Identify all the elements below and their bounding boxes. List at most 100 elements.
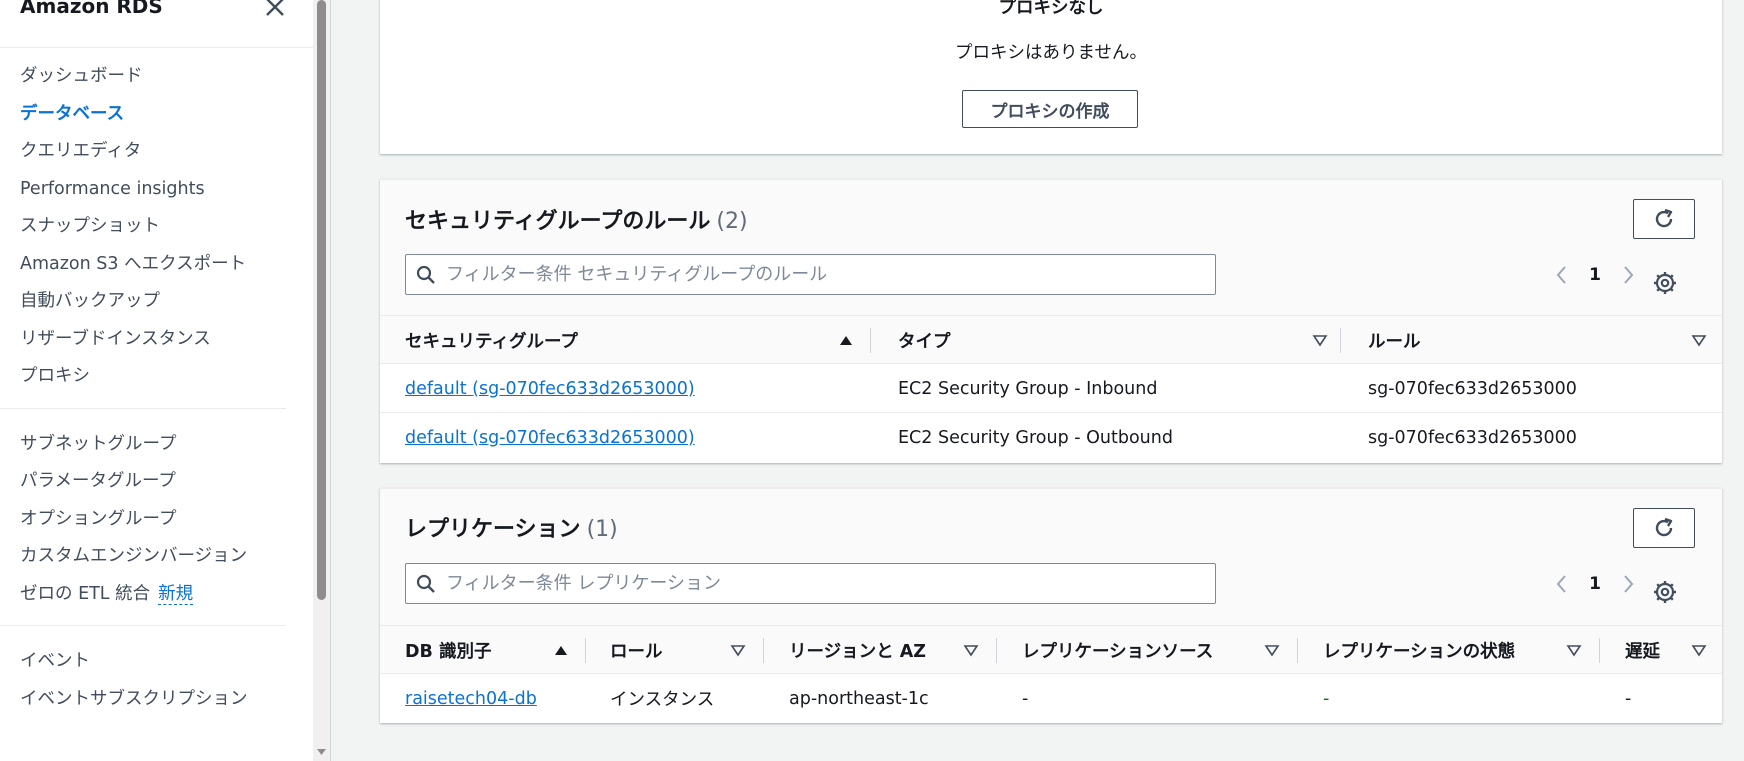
replication-filter-input[interactable] [446,573,1146,594]
sidebar-section-main: ダッシュボード データベース クエリエディタ Performance insig… [0,48,286,409]
column-header-db-identifier[interactable]: DB 識別子 [405,626,491,675]
table-row: default (sg-070fec633d2653000) EC2 Secur… [380,413,1722,462]
table-row: default (sg-070fec633d2653000) EC2 Secur… [380,364,1722,413]
replication-pagination: 1 [1551,572,1639,596]
sidebar-section-config: サブネットグループ パラメータグループ オプショングループ カスタムエンジンバー… [0,409,286,626]
security-title-text: セキュリティグループのルール [405,209,711,234]
sidebar-item-custom-engine-versions[interactable]: カスタムエンジンバージョン [0,538,286,576]
sidebar-item-subnet-groups[interactable]: サブネットグループ [0,426,286,464]
sidebar-item-event-subscriptions[interactable]: イベントサブスクリプション [0,681,313,719]
sidebar-header: Amazon RDS [0,0,313,48]
table-row: raisetech04-db インスタンス ap-northeast-1c - … [380,674,1722,723]
column-divider [1297,638,1298,663]
security-pagination: 1 [1551,263,1639,287]
sidebar-scrollbar-thumb[interactable] [317,0,326,600]
security-group-cell: default (sg-070fec633d2653000) [405,364,695,413]
db-identifier-link[interactable]: raisetech04-db [405,689,537,709]
column-header-role[interactable]: ロール [610,626,663,675]
current-page-number[interactable]: 1 [1571,265,1619,285]
sort-icon[interactable] [730,642,746,658]
replication-refresh-button[interactable] [1633,508,1695,548]
replication-panel-title: レプリケーション (1) [405,511,618,543]
column-header-security-group[interactable]: セキュリティグループ [405,316,578,365]
sidebar-item-zero-etl[interactable]: ゼロの ETL 統合 新規 [0,576,286,614]
current-page-number[interactable]: 1 [1571,574,1619,594]
sidebar-section-events: イベント イベントサブスクリプション [0,626,313,718]
search-icon [416,265,435,284]
security-panel-header: セキュリティグループのルール(2) 1 [380,180,1722,315]
sidebar-item-automated-backups[interactable]: 自動バックアップ [0,283,286,321]
region-az-cell: ap-northeast-1c [789,688,929,709]
column-divider [763,638,764,663]
security-group-cell: default (sg-070fec633d2653000) [405,413,695,462]
column-header-type[interactable]: タイプ [898,316,951,365]
security-filter-input[interactable] [446,264,1146,285]
refresh-icon [1655,517,1673,537]
replication-state-cell: - [1323,688,1330,709]
proxy-panel: プロキシなし プロキシはありません。 プロキシの作成 [380,0,1722,154]
security-group-rules-panel: セキュリティグループのルール(2) 1 セキュリティグループ タイプ ルール d… [380,179,1722,463]
sort-icon[interactable] [963,642,979,658]
replication-table-header: DB 識別子 ロール リージョンと AZ レプリケーションソース レプリケーショ… [380,625,1722,674]
proxy-empty-heading: プロキシなし [998,0,1104,18]
sidebar-title: Amazon RDS [20,0,163,18]
sidebar-item-snapshots[interactable]: スナップショット [0,208,286,246]
role-cell: インスタンス [610,690,715,710]
security-filter [405,254,1216,295]
sort-icon[interactable] [1566,642,1582,658]
previous-page-icon[interactable] [1551,572,1571,596]
sidebar-item-option-groups[interactable]: オプショングループ [0,501,286,539]
close-icon[interactable] [262,0,288,20]
previous-page-icon[interactable] [1551,263,1571,287]
sidebar-divider [330,0,331,761]
sidebar-item-databases[interactable]: データベース [0,96,286,134]
search-icon [416,574,435,593]
replication-source-cell: - [1022,688,1029,709]
column-divider [870,328,871,353]
column-divider [996,638,997,663]
navigation-sidebar: Amazon RDS ダッシュボード データベース クエリエディタ Perfor… [0,0,313,761]
column-header-lag[interactable]: 遅延 [1625,626,1660,675]
sidebar-item-query-editor[interactable]: クエリエディタ [0,133,286,171]
sidebar-item-proxies[interactable]: プロキシ [0,358,286,396]
sort-ascending-icon[interactable] [838,332,854,348]
lag-cell: - [1625,688,1632,709]
replication-count: (1) [586,517,618,542]
sort-icon[interactable] [1691,642,1707,658]
rule-cell: sg-070fec633d2653000 [1368,427,1577,448]
column-header-replication-state[interactable]: レプリケーションの状態 [1323,626,1515,675]
type-cell: EC2 Security Group - Inbound [898,378,1158,399]
sidebar-item-parameter-groups[interactable]: パラメータグループ [0,463,286,501]
replication-filter [405,563,1216,604]
type-cell: EC2 Security Group - Outbound [898,427,1173,448]
sidebar-item-performance-insights[interactable]: Performance insights [0,171,286,209]
sort-ascending-icon[interactable] [553,642,569,658]
column-header-replication-source[interactable]: レプリケーションソース [1022,626,1213,675]
security-group-link[interactable]: default (sg-070fec633d2653000) [405,428,695,448]
sidebar-item-reserved-instances[interactable]: リザーブドインスタンス [0,321,286,359]
sidebar-item-zero-etl-label: ゼロの ETL 統合 [20,583,151,604]
create-proxy-button[interactable]: プロキシの作成 [962,90,1138,128]
security-group-link[interactable]: default (sg-070fec633d2653000) [405,379,695,399]
new-badge: 新規 [158,583,194,605]
column-header-rule[interactable]: ルール [1368,316,1421,365]
settings-gear-icon[interactable] [1652,270,1678,296]
scroll-down-arrow-icon[interactable] [314,744,329,759]
next-page-icon[interactable] [1619,263,1639,287]
refresh-icon [1655,208,1673,228]
security-refresh-button[interactable] [1633,199,1695,239]
replication-panel-header: レプリケーション(1) 1 [380,489,1722,625]
replication-title-text: レプリケーション [405,517,581,542]
rule-cell: sg-070fec633d2653000 [1368,378,1577,399]
column-divider [1340,328,1341,353]
column-header-region-az[interactable]: リージョンと AZ [789,626,926,675]
sort-icon[interactable] [1264,642,1280,658]
sort-icon[interactable] [1312,332,1328,348]
next-page-icon[interactable] [1619,572,1639,596]
settings-gear-icon[interactable] [1652,579,1678,605]
sidebar-item-events[interactable]: イベント [0,643,313,681]
security-table-header: セキュリティグループ タイプ ルール [380,315,1722,364]
sidebar-item-dashboard[interactable]: ダッシュボード [0,58,286,96]
sort-icon[interactable] [1691,332,1707,348]
sidebar-item-s3-export[interactable]: Amazon S3 へエクスポート [0,246,286,284]
